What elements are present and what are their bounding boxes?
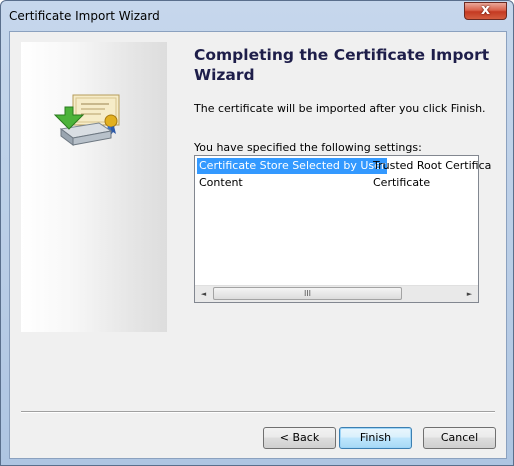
scroll-left-icon[interactable]: ◄: [195, 286, 212, 302]
setting-value: Trusted Root Certifica: [373, 159, 492, 172]
finish-button[interactable]: Finish: [339, 427, 412, 449]
back-button[interactable]: < Back: [263, 427, 336, 449]
setting-key: Content: [199, 176, 243, 189]
close-icon: x: [480, 2, 491, 18]
cancel-button[interactable]: Cancel: [423, 427, 496, 449]
setting-value: Certificate: [373, 176, 431, 189]
divider: [21, 411, 495, 413]
scroll-right-icon[interactable]: ►: [461, 286, 478, 302]
title-bar[interactable]: Certificate Import Wizard x: [1, 1, 513, 31]
scroll-thumb[interactable]: III: [213, 287, 402, 300]
settings-list[interactable]: Certificate Store Selected by User Trust…: [194, 155, 491, 303]
wizard-body: Completing the Certificate Import Wizard…: [9, 31, 507, 459]
close-button[interactable]: x: [464, 2, 507, 20]
wizard-window: Certificate Import Wizard x Completing t…: [0, 0, 514, 466]
wizard-side-panel: [21, 42, 167, 332]
setting-key: Certificate Store Selected by User: [197, 158, 388, 174]
page-description: The certificate will be imported after y…: [194, 102, 486, 115]
window-title: Certificate Import Wizard: [9, 9, 160, 23]
settings-label: You have specified the following setting…: [194, 141, 422, 154]
certificate-import-icon: [53, 94, 120, 146]
page-heading: Completing the Certificate Import Wizard: [194, 46, 490, 84]
horizontal-scrollbar[interactable]: ◄ III ►: [195, 285, 478, 302]
